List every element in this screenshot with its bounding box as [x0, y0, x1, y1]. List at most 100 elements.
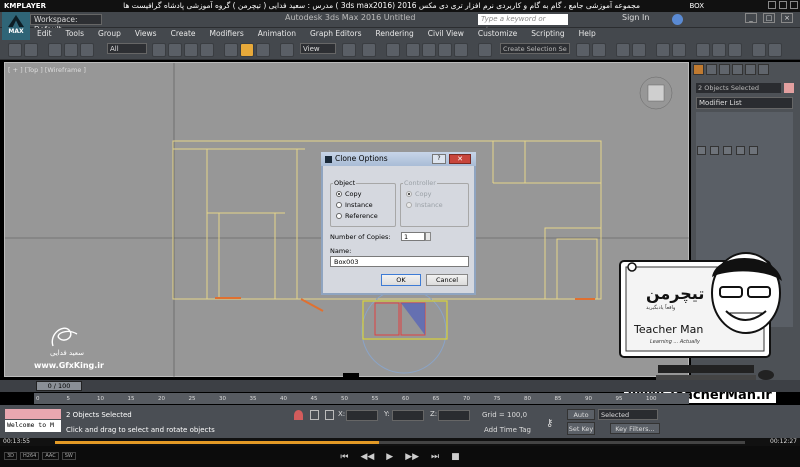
window-crossing-icon[interactable] [200, 43, 214, 57]
fast-forward-icon[interactable]: ▶▶ [405, 452, 419, 462]
instance-radio[interactable] [336, 202, 342, 208]
max-app-button[interactable]: MAX [2, 12, 30, 40]
pivot-icon[interactable] [342, 43, 356, 57]
menu-create[interactable]: Create [164, 28, 203, 40]
unlink-icon[interactable] [64, 43, 78, 57]
undo-icon[interactable] [8, 43, 22, 57]
select-object-icon[interactable] [152, 43, 166, 57]
pin-stack-icon[interactable] [697, 146, 706, 155]
rendered-frame-icon[interactable] [728, 43, 742, 57]
help-icon[interactable] [672, 14, 683, 25]
badge-3d[interactable]: 3D [4, 452, 18, 460]
layer-manager-icon[interactable] [616, 43, 630, 57]
menu-views[interactable]: Views [128, 28, 164, 40]
spinner-snap-icon[interactable] [454, 43, 468, 57]
set-key-button[interactable]: Set Key [567, 422, 595, 435]
copies-input[interactable]: 1 [401, 232, 425, 241]
menu-rendering[interactable]: Rendering [368, 28, 420, 40]
select-manipulate-icon[interactable] [362, 43, 376, 57]
close-icon[interactable] [790, 1, 798, 9]
menu-customize[interactable]: Customize [471, 28, 524, 40]
modify-tab-icon[interactable] [706, 64, 717, 75]
add-time-tag[interactable]: Add Time Tag [484, 426, 531, 434]
render-setup-icon[interactable] [712, 43, 726, 57]
modifier-list-dropdown[interactable]: Modifier List [696, 97, 793, 109]
time-slider-track[interactable] [0, 380, 800, 392]
menu-graph-editors[interactable]: Graph Editors [303, 28, 369, 40]
seek-remaining[interactable] [379, 441, 745, 444]
create-tab-icon[interactable] [693, 64, 704, 75]
stop-icon[interactable]: ■ [451, 452, 460, 462]
play-icon[interactable]: ▶ [386, 452, 393, 462]
bind-spacewarp-icon[interactable] [80, 43, 94, 57]
create-selection-set-dropdown[interactable]: Create Selection Se [500, 43, 570, 54]
redo-icon[interactable] [24, 43, 38, 57]
next-icon[interactable]: ⏭ [431, 452, 439, 462]
object-color-swatch[interactable] [784, 83, 794, 93]
selection-filter-dropdown[interactable]: All [107, 43, 147, 54]
placement-icon[interactable] [280, 43, 294, 57]
rect-selection-icon[interactable] [184, 43, 198, 57]
copies-spinner[interactable] [425, 232, 431, 241]
minimize-icon[interactable]: _ [745, 13, 757, 23]
percent-snap-icon[interactable] [438, 43, 452, 57]
dialog-help-button[interactable]: ? [432, 154, 446, 164]
maxscript-listener-mini[interactable] [5, 409, 61, 419]
move-icon[interactable] [224, 43, 238, 57]
clone-name-input[interactable]: Box003 [330, 256, 469, 267]
seek-progress[interactable] [55, 441, 379, 444]
material-editor-icon[interactable] [696, 43, 710, 57]
curve-editor-icon[interactable] [656, 43, 670, 57]
player-window-buttons[interactable] [768, 1, 798, 11]
display-tab-icon[interactable] [745, 64, 756, 75]
hierarchy-tab-icon[interactable] [719, 64, 730, 75]
render-production-icon[interactable] [752, 43, 766, 57]
schematic-view-icon[interactable] [672, 43, 686, 57]
menu-edit[interactable]: Edit [30, 28, 59, 40]
cancel-button[interactable]: Cancel [426, 274, 468, 286]
minimize-icon[interactable] [768, 1, 776, 9]
rewind-icon[interactable]: ◀◀ [360, 452, 374, 462]
viewport-label[interactable]: [ + ] [Top ] [Wireframe ] [8, 66, 86, 74]
menu-animation[interactable]: Animation [251, 28, 303, 40]
restore-icon[interactable]: □ [763, 13, 775, 23]
maximize-icon[interactable] [779, 1, 787, 9]
reference-radio[interactable] [336, 213, 342, 219]
ok-button[interactable]: OK [381, 274, 421, 286]
mirror-icon[interactable] [576, 43, 590, 57]
key-filters-button[interactable]: Key Filters... [610, 423, 660, 434]
menu-civil-view[interactable]: Civil View [421, 28, 471, 40]
auto-key-button[interactable]: Auto Key [567, 409, 595, 429]
sign-in-link[interactable]: Sign In [622, 13, 649, 22]
menu-tools[interactable]: Tools [59, 28, 91, 40]
copy-radio[interactable] [336, 191, 342, 197]
make-unique-icon[interactable] [723, 146, 732, 155]
select-by-name-icon[interactable] [168, 43, 182, 57]
isolate-icon[interactable] [294, 410, 303, 420]
x-coord-input[interactable] [346, 410, 378, 421]
snap-3-icon[interactable] [406, 43, 420, 57]
keyboard-shortcut-icon[interactable] [386, 43, 400, 57]
scene-explorer-icon[interactable] [632, 43, 646, 57]
align-icon[interactable] [592, 43, 606, 57]
rotate-icon[interactable] [240, 43, 254, 57]
render-iterative-icon[interactable] [768, 43, 782, 57]
edit-named-selection-icon[interactable] [478, 43, 492, 57]
time-slider[interactable]: 0 / 100 [36, 381, 82, 391]
key-selection-dropdown[interactable]: Selected [598, 409, 658, 420]
link-icon[interactable] [48, 43, 62, 57]
object-name-field[interactable]: 2 Objects Selected [696, 83, 781, 93]
key-icon[interactable]: ⚷ [546, 418, 553, 429]
dialog-close-button[interactable]: ✕ [449, 154, 471, 164]
close-icon[interactable]: × [781, 13, 793, 23]
selection-lock-icon[interactable] [310, 410, 319, 420]
max-window-controls[interactable]: _ □ × [745, 13, 793, 23]
scale-icon[interactable] [256, 43, 270, 57]
motion-tab-icon[interactable] [732, 64, 743, 75]
show-end-result-icon[interactable] [710, 146, 719, 155]
workspace-dropdown[interactable]: Workspace: Default [30, 14, 102, 34]
menu-scripting[interactable]: Scripting [524, 28, 571, 40]
previous-icon[interactable]: ⏮ [340, 452, 348, 462]
menu-modifiers[interactable]: Modifiers [203, 28, 251, 40]
y-coord-input[interactable] [392, 410, 424, 421]
